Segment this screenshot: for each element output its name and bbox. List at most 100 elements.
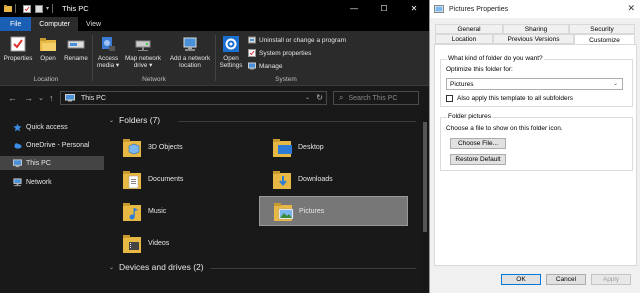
scrollbar-thumb[interactable] <box>423 122 427 232</box>
open-settings-label-1: Open <box>223 55 239 62</box>
window-controls: — ☐ ✕ <box>339 0 429 17</box>
folder-name: Downloads <box>298 175 333 183</box>
add-location-label-2: location <box>179 62 201 69</box>
tab-view[interactable]: View <box>78 17 109 31</box>
nav-label: Quick access <box>26 123 68 131</box>
refresh-icon[interactable]: ↻ <box>316 93 323 102</box>
folder-desktop[interactable]: Desktop <box>259 132 408 162</box>
nav-item-network[interactable]: Network <box>0 175 104 189</box>
access-media-button[interactable]: Access media ▾ <box>94 35 122 69</box>
folder-icon <box>4 4 12 12</box>
tab-file[interactable]: File <box>0 17 32 31</box>
videos-folder-icon <box>123 235 141 253</box>
system-properties-button[interactable]: System properties <box>248 49 311 57</box>
properties-button[interactable]: Properties <box>3 35 33 62</box>
cancel-button[interactable]: Cancel <box>546 274 586 285</box>
network-icon <box>13 177 22 186</box>
folder-type-legend: What kind of folder do you want? <box>447 55 544 62</box>
open-button[interactable]: Open <box>36 35 60 62</box>
add-location-label-1: Add a network <box>169 55 211 62</box>
network-drive-icon <box>135 40 151 51</box>
maximize-button[interactable]: ☐ <box>369 0 399 17</box>
rename-icon <box>67 40 85 49</box>
map-network-drive-button[interactable]: Map network drive ▾ <box>121 35 165 69</box>
rename-label: Rename <box>64 55 88 62</box>
window-title: This PC <box>62 4 89 13</box>
location-group-label: Location <box>33 76 59 83</box>
access-media-label-2: media ▾ <box>96 62 120 69</box>
address-bar[interactable]: This PC ⌄ ↻ <box>60 91 327 105</box>
apply-subfolders-label: Also apply this template to all subfolde… <box>457 95 573 102</box>
dialog-titlebar: Pictures Properties ✕ <box>430 0 640 18</box>
folder-videos[interactable]: Videos <box>109 228 258 258</box>
folder-documents[interactable]: Documents <box>109 164 258 194</box>
folder-name: Documents <box>148 175 184 183</box>
ribbon-group-network: Access media ▾ Map network drive ▾ Add a… <box>93 31 215 86</box>
back-button[interactable]: ← <box>8 93 17 103</box>
nav-item-onedrive[interactable]: OneDrive - Personal <box>0 138 104 152</box>
devices-group-header[interactable]: ⌄ Devices and drives (2) <box>109 262 204 272</box>
settings-gear-icon <box>223 36 239 52</box>
music-folder-icon <box>123 203 141 221</box>
nav-label: OneDrive - Personal <box>26 141 90 149</box>
folder-name: Videos <box>148 239 170 247</box>
folders-group-header[interactable]: ⌄ Folders (7) <box>109 115 160 125</box>
divider <box>210 268 416 269</box>
media-icon <box>102 37 115 51</box>
documents-folder-icon <box>123 171 141 189</box>
file-explorer-window: ▾ This PC — ☐ ✕ File Computer View Prope… <box>0 0 429 293</box>
recent-locations-button[interactable]: ⌄ <box>38 94 44 102</box>
tab-general[interactable]: General <box>435 24 503 34</box>
folder-downloads[interactable]: Downloads <box>259 164 408 194</box>
folder-music[interactable]: Music <box>109 196 258 226</box>
qat-dropdown-icon[interactable]: ▾ <box>46 5 49 12</box>
pictures-folder-icon <box>274 203 294 221</box>
system-properties-label: System properties <box>259 49 312 57</box>
folder-3d-objects[interactable]: 3D Objects <box>109 132 258 162</box>
search-input[interactable]: ⌕ Search This PC <box>333 91 419 105</box>
chevron-down-icon: ⌄ <box>109 117 115 124</box>
folders-header-label: Folders (7) <box>119 115 161 125</box>
close-button[interactable]: ✕ <box>399 0 429 17</box>
up-button[interactable]: ↑ <box>49 93 54 103</box>
address-dropdown-icon[interactable]: ⌄ <box>305 94 310 101</box>
downloads-folder-icon <box>273 171 291 189</box>
properties-dialog: Pictures Properties ✕ General Sharing Se… <box>429 0 640 293</box>
tab-sharing[interactable]: Sharing <box>503 24 569 34</box>
apply-button[interactable]: Apply <box>591 274 631 285</box>
choose-file-button[interactable]: Choose File... <box>450 138 506 149</box>
forward-button[interactable]: → <box>24 93 33 103</box>
uninstall-icon <box>248 36 256 44</box>
apply-subfolders-checkbox[interactable]: Also apply this template to all subfolde… <box>446 95 573 102</box>
nav-item-this-pc[interactable]: This PC <box>0 156 104 170</box>
new-folder-icon[interactable] <box>35 4 43 13</box>
dialog-close-button[interactable]: ✕ <box>627 3 635 14</box>
devices-header-label: Devices and drives (2) <box>119 262 204 272</box>
tab-computer[interactable]: Computer <box>31 17 79 31</box>
properties-check-icon[interactable] <box>23 4 31 13</box>
dialog-title: Pictures Properties <box>449 5 509 13</box>
vertical-scrollbar[interactable] <box>421 110 429 293</box>
folder-pictures[interactable]: Pictures <box>259 196 408 226</box>
star-icon <box>13 122 22 131</box>
search-icon: ⌕ <box>339 93 344 102</box>
nav-label: Network <box>26 178 52 186</box>
tab-previous-versions[interactable]: Previous Versions <box>493 34 574 44</box>
divider <box>52 4 54 13</box>
tab-location[interactable]: Location <box>435 34 493 44</box>
tab-security[interactable]: Security <box>569 24 635 34</box>
optimize-select[interactable]: Pictures ⌄ <box>446 78 623 90</box>
uninstall-program-button[interactable]: Uninstall or change a program <box>248 36 346 44</box>
minimize-button[interactable]: — <box>339 0 369 17</box>
nav-item-quick-access[interactable]: Quick access <box>0 120 104 134</box>
restore-default-button[interactable]: Restore Default <box>450 154 506 165</box>
manage-label: Manage <box>259 62 283 70</box>
checkbox-box[interactable] <box>446 95 453 102</box>
add-network-location-button[interactable]: Add a network location <box>166 35 214 69</box>
folder-name: 3D Objects <box>148 143 183 151</box>
rename-button[interactable]: Rename <box>62 35 90 62</box>
open-settings-button[interactable]: Open Settings <box>217 35 245 69</box>
ok-button[interactable]: OK <box>501 274 541 285</box>
manage-button[interactable]: Manage <box>248 62 283 70</box>
map-drive-label-1: Map network <box>124 55 162 62</box>
